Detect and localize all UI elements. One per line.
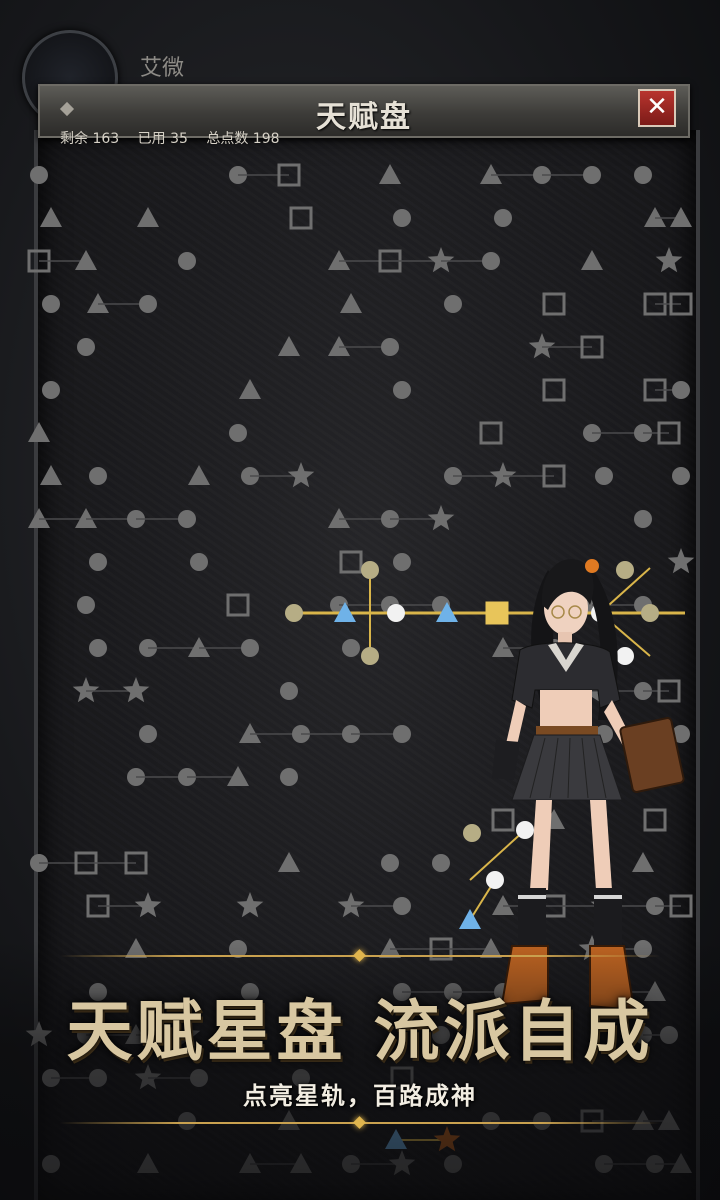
talent-points-stats: 剩余 163 已用 35 总点数 198 <box>60 128 294 148</box>
promo-title: 天赋星盘 流派自成 <box>66 993 654 1070</box>
close-button[interactable]: ✕ <box>638 89 676 127</box>
promo-subtitle: 点亮星轨，百路成神 <box>243 1082 477 1110</box>
points-total: 总点数 198 <box>206 131 280 147</box>
points-used: 已用 35 <box>137 131 188 147</box>
talent-board-screen: 艾微 天赋盘 ✕ 剩余 163 已用 35 总点数 198 天赋星盘 流派自成 … <box>0 0 720 1200</box>
points-remaining: 剩余 163 <box>60 131 120 147</box>
